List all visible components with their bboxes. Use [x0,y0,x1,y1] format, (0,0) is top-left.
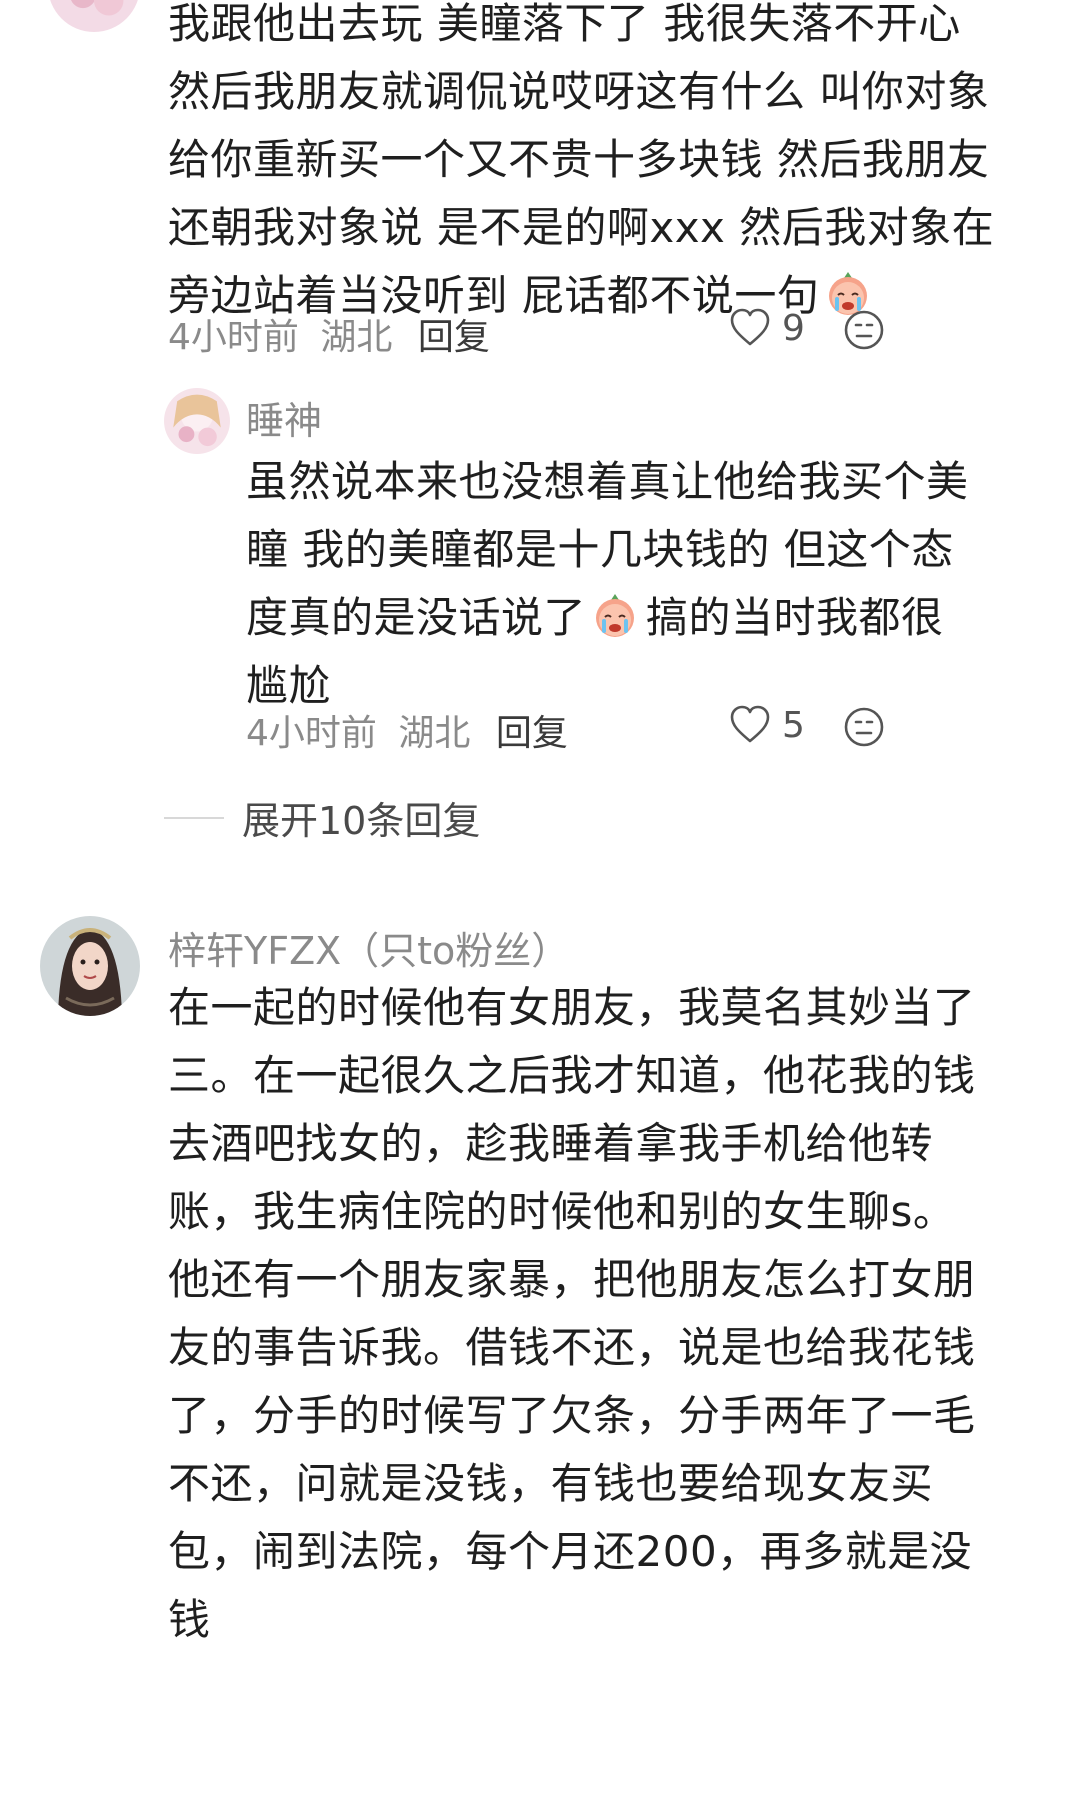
reply-line-text: 度真的是没话说了 [246,593,587,642]
reply-text: 虽然说本来也没想着真让他给我买个美 瞳 我的美瞳都是十几块钱的 但这个态 度真的… [246,448,1046,720]
comment-line: 他还有一个朋友家暴，把他朋友怎么打女朋 [168,1255,976,1304]
expand-replies-button[interactable]: 展开10条回复 [164,790,480,845]
comment-line: 给你重新买一个又不贵十多块钱 然后我朋友 [168,135,990,184]
like-button[interactable]: 5 [728,703,805,747]
comment-location: 湖北 [320,317,393,358]
reply-line: 虽然说本来也没想着真让他给我买个美 [246,457,969,506]
reply-location: 湖北 [398,713,471,754]
reply-line: 瞳 我的美瞳都是十几块钱的 但这个态 [246,525,954,574]
comment-line: 了，分手的时候写了欠条，分手两年了一毛 [168,1391,976,1440]
reply-line-text: 搞的当时我都很 [646,593,944,642]
comment-time: 4小时前 [168,317,299,358]
crying-face-emoji-icon [590,590,640,640]
comment-line: 不还，问就是没钱，有钱也要给现女友买 [168,1459,934,1508]
comment-line: 包，闹到法院，每个月还200，再多就是没 [168,1527,973,1576]
face-neutral-icon[interactable] [842,308,886,352]
avatar[interactable] [48,0,140,32]
comment-username[interactable]: 梓轩YFZX（只to粉丝） [168,920,569,975]
reply-line-with-emoji: 度真的是没话说了 搞的当时我都很 [246,584,1046,652]
face-neutral-icon[interactable] [842,705,886,749]
comment-line: 钱 [168,1595,211,1644]
divider [164,816,224,819]
comment-line: 然后我朋友就调侃说哎呀这有什么 叫你对象 [168,67,990,116]
comment-line: 我跟他出去玩 美瞳落下了 我很失落不开心 [168,0,961,48]
like-count: 9 [782,307,805,349]
avatar[interactable] [164,388,230,454]
avatar[interactable] [40,916,140,1016]
reply-meta: 4小时前 湖北 回复 [246,704,568,756]
reply-username[interactable]: 睡神 [246,390,322,445]
reply-button[interactable]: 回复 [496,713,568,754]
comment-text: 在一起的时候他有女朋友，我莫名其妙当了 三。在一起很久之后我才知道，他花我的钱 … [168,974,1048,1654]
comment-line: 还朝我对象说 是不是的啊xxx 然后我对象在 [168,203,995,252]
like-button[interactable]: 9 [728,306,805,350]
comment-line: 去酒吧找女的，趁我睡着拿我手机给他转 [168,1119,934,1168]
reply-time: 4小时前 [246,713,377,754]
heart-outline-icon [730,705,770,743]
like-count: 5 [782,704,805,746]
comment-line: 账，我生病住院的时候他和别的女生聊s。 [168,1187,956,1236]
comment-line: 在一起的时候他有女朋友，我莫名其妙当了 [168,983,976,1032]
comment-meta: 4小时前 湖北 回复 [168,308,490,360]
reply-button[interactable]: 回复 [418,317,490,358]
comment-line: 友的事告诉我。借钱不还，说是也给我花钱 [168,1323,976,1372]
heart-outline-icon [730,308,770,346]
expand-replies-label: 展开10条回复 [242,799,481,843]
comment-text: 我跟他出去玩 美瞳落下了 我很失落不开心 然后我朋友就调侃说哎呀这有什么 叫你对… [168,0,1048,330]
comment-line: 三。在一起很久之后我才知道，他花我的钱 [168,1051,976,1100]
